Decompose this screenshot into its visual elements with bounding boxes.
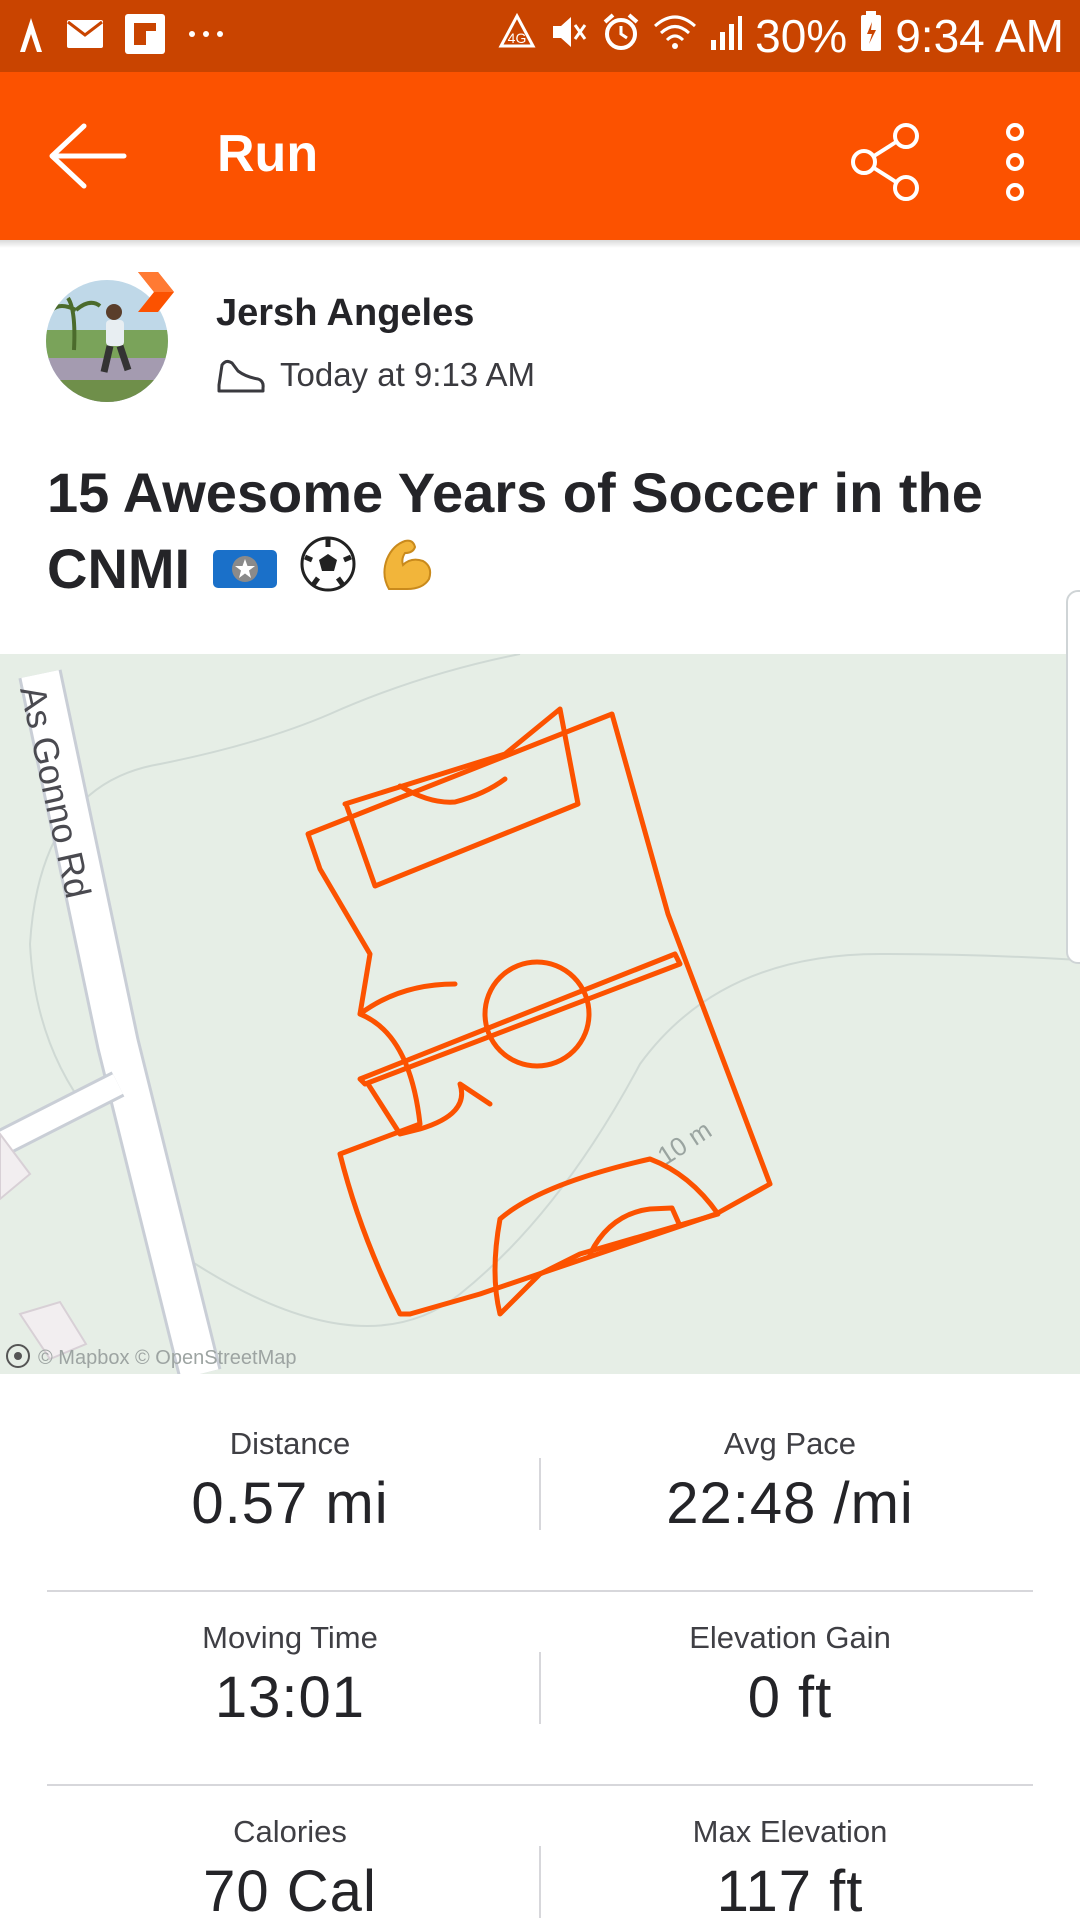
stat-value: 0.57 mi — [191, 1471, 389, 1536]
flipboard-icon — [124, 13, 166, 60]
activity-meta: Today at 9:13 AM — [216, 350, 535, 400]
stat-distance: Distance 0.57 mi — [40, 1426, 540, 1537]
page-title: Run — [217, 125, 319, 183]
map-attribution[interactable]: © Mapbox © OpenStreetMap — [38, 1347, 297, 1369]
app-bar-shadow — [0, 240, 1080, 248]
stat-elevation-gain: Elevation Gain 0 ft — [540, 1620, 1040, 1731]
stat-label: Elevation Gain — [689, 1620, 891, 1655]
shoe-icon — [217, 359, 265, 393]
signal-icon — [709, 9, 743, 63]
share-button[interactable] — [850, 122, 922, 202]
stat-max-elevation: Max Elevation 117 ft — [540, 1814, 1040, 1925]
stat-value: 0 ft — [747, 1665, 833, 1730]
battery-percent: 30% — [755, 10, 848, 62]
notification-icons — [16, 13, 226, 60]
strava-icon — [16, 14, 46, 59]
stat-label: Calories — [233, 1814, 347, 1849]
system-status: 4G 30% 9:34 AM — [497, 10, 1064, 62]
app-bar: Run — [0, 72, 1080, 240]
stat-label: Max Elevation — [692, 1814, 888, 1849]
soccer-ball-icon — [299, 535, 357, 612]
athlete-name[interactable]: Jersh Angeles — [216, 292, 474, 335]
row-divider — [47, 1590, 1033, 1592]
stat-divider — [539, 1652, 541, 1724]
more-notifications-icon — [186, 27, 226, 45]
wifi-icon — [653, 9, 697, 63]
status-bar: 4G 30% 9:34 AM — [0, 0, 1080, 72]
subscriber-badge-icon — [132, 270, 176, 314]
activity-title-text: 15 Awesome Years of Soccer in the CNMI — [47, 461, 983, 600]
stat-label: Moving Time — [202, 1620, 378, 1655]
stat-moving-time: Moving Time 13:01 — [40, 1620, 540, 1731]
cnmi-flag-icon — [212, 535, 278, 611]
mail-icon — [66, 19, 104, 54]
clock: 9:34 AM — [895, 10, 1064, 62]
svg-text:4G: 4G — [508, 30, 527, 46]
stat-avg-pace: Avg Pace 22:48 /mi — [540, 1426, 1040, 1537]
flexed-biceps-icon — [379, 535, 435, 612]
share-icon — [851, 123, 919, 201]
stat-value: 13:01 — [214, 1665, 366, 1730]
battery-icon — [859, 9, 883, 63]
activity-title: 15 Awesome Years of Soccer in the CNMI — [47, 455, 1047, 612]
stat-value: 70 Cal — [203, 1859, 377, 1924]
stats-grid: Distance 0.57 mi Avg Pace 22:48 /mi Movi… — [0, 1374, 1080, 1924]
stat-label: Avg Pace — [723, 1426, 857, 1461]
back-button[interactable] — [44, 116, 130, 196]
row-divider — [47, 1784, 1033, 1786]
scroll-handle[interactable] — [1066, 590, 1080, 964]
stat-label: Distance — [229, 1426, 351, 1461]
stat-value: 117 ft — [716, 1859, 864, 1924]
stat-calories: Calories 70 Cal — [40, 1814, 540, 1925]
stat-divider — [539, 1846, 541, 1918]
more-options-button[interactable] — [996, 120, 1034, 204]
route-map[interactable]: 10 m As Gonno Rd © Mapbox © OpenStreetMa… — [0, 654, 1080, 1374]
activity-timestamp: Today at 9:13 AM — [280, 356, 535, 393]
stat-divider — [539, 1458, 541, 1530]
mute-icon — [549, 9, 589, 63]
stat-value: 22:48 /mi — [666, 1471, 914, 1536]
alarm-icon — [601, 9, 641, 63]
data-saver-icon: 4G — [497, 9, 537, 63]
more-vert-icon — [1006, 123, 1024, 201]
arrow-left-icon — [49, 123, 127, 189]
